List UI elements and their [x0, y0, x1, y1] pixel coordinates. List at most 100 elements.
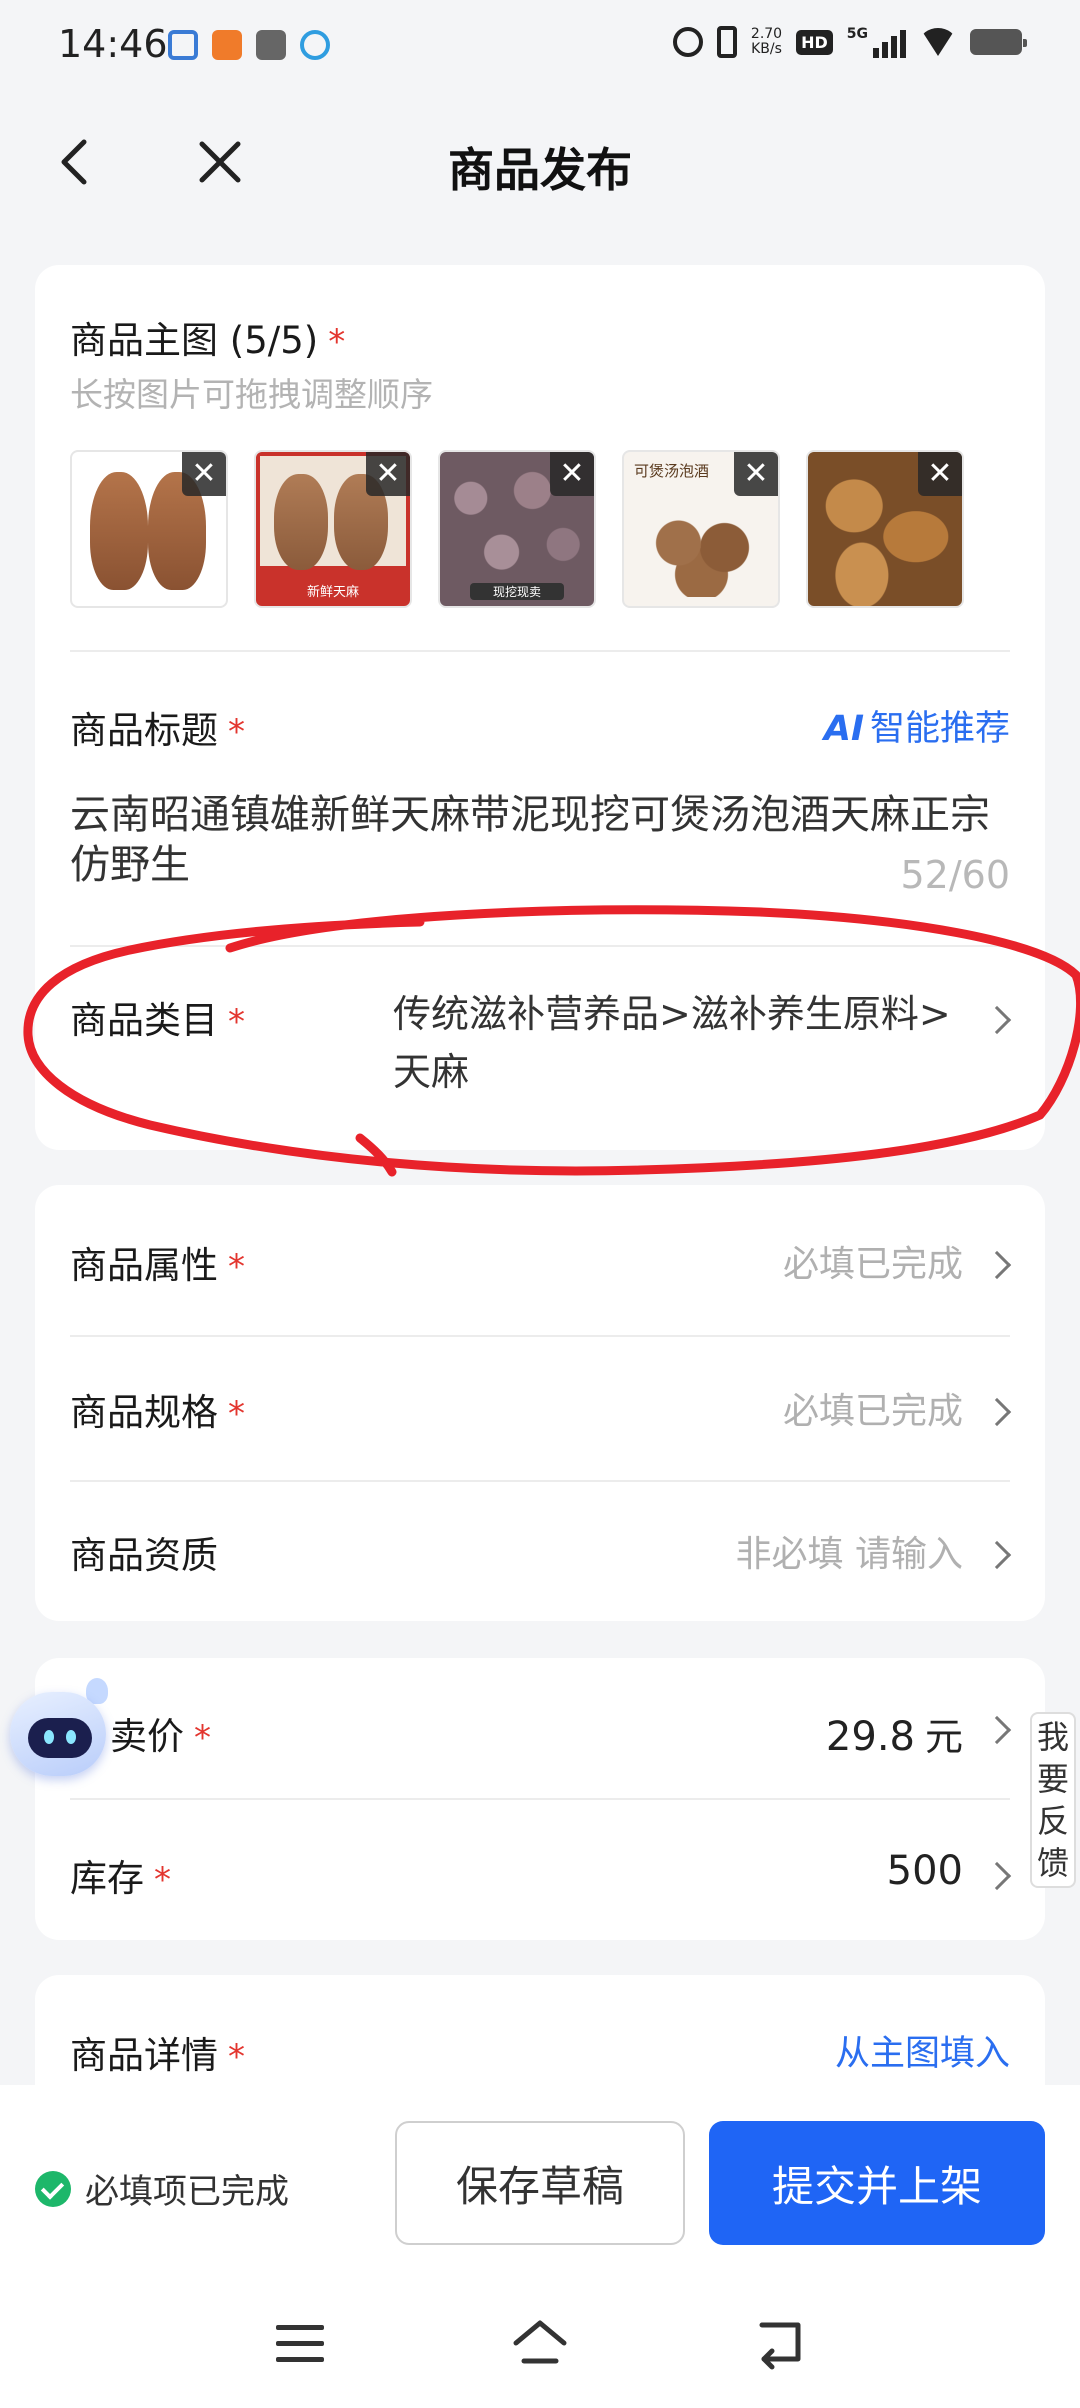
main-image-hint: 长按图片可拖拽调整顺序 — [70, 375, 433, 414]
main-image-label: 商品主图 (5/5) — [70, 319, 319, 362]
app-notification-icon — [256, 30, 286, 60]
feedback-tab[interactable]: 我 要 反 馈 — [1030, 1712, 1076, 1888]
notification-icons — [168, 30, 330, 60]
category-label: 商品类目 — [70, 999, 218, 1042]
system-icons: 2.70 KB/s HD 5G — [672, 26, 1027, 58]
price-label: 卖价 — [110, 1715, 184, 1758]
completion-status-text: 必填项已完成 — [85, 2172, 289, 2212]
required-mark: * — [154, 1860, 171, 1900]
status-time: 14:46 — [58, 22, 168, 66]
stock-input[interactable]: 500 — [887, 1848, 963, 1894]
spec-value: 必填已完成 — [782, 1391, 963, 1432]
price-row[interactable]: 卖价 * — [110, 1706, 211, 1760]
submit-and-list-button[interactable]: 提交并上架 — [709, 2121, 1045, 2245]
divider — [70, 1335, 1010, 1337]
required-mark: * — [228, 2037, 245, 2077]
wifi-icon — [920, 28, 956, 56]
price-value: 29.8 — [825, 1714, 915, 1760]
ai-icon: AI — [823, 709, 864, 749]
spec-row[interactable]: 商品规格 * — [70, 1382, 245, 1436]
attributes-row[interactable]: 商品属性 * — [70, 1235, 245, 1289]
nav-bar: 商品发布 — [0, 100, 1080, 230]
page-title: 商品发布 — [448, 143, 632, 197]
save-draft-button[interactable]: 保存草稿 — [395, 2121, 685, 2245]
chevron-right-icon — [982, 1715, 1012, 1745]
home-icon — [513, 2320, 567, 2364]
hd-icon: HD — [796, 29, 833, 55]
vibrate-icon — [716, 26, 737, 58]
thumbnail-caption: 新鲜天麻 — [306, 585, 359, 600]
required-mark: * — [228, 1247, 245, 1287]
main-image-list: ✕ 新鲜天麻 ✕ 现挖现卖 ✕ 可煲汤泡酒 ✕ ✕ — [70, 450, 964, 608]
product-thumbnail[interactable]: 可煲汤泡酒 ✕ — [622, 450, 780, 608]
app-notification-icon — [300, 30, 330, 60]
main-image-header: 商品主图 (5/5) * — [70, 310, 345, 364]
basic-info-card: 商品主图 (5/5) * 长按图片可拖拽调整顺序 ✕ 新鲜天麻 ✕ 现挖现卖 ✕ … — [35, 265, 1045, 1150]
remove-image-button[interactable]: ✕ — [550, 452, 594, 496]
required-mark: * — [228, 1394, 245, 1434]
detail-label: 商品详情 — [70, 2034, 218, 2077]
alarm-icon — [672, 27, 703, 57]
divider — [70, 945, 1010, 947]
product-details-card: 商品属性 * 必填已完成 商品规格 * 必填已完成 商品资质 非必填 请输入 — [35, 1185, 1045, 1621]
chevron-right-icon — [982, 1861, 1012, 1891]
menu-icon[interactable] — [276, 2325, 324, 2365]
app-notification-icon — [168, 30, 198, 60]
network-speed: 2.70 KB/s — [750, 26, 783, 57]
category-header: 商品类目 * — [70, 990, 245, 1044]
attributes-value: 必填已完成 — [782, 1244, 963, 1285]
system-back-button[interactable] — [752, 2315, 808, 2371]
qualification-value: 非必填 请输入 — [735, 1534, 963, 1575]
product-thumbnail[interactable]: 新鲜天麻 ✕ — [254, 450, 412, 608]
required-mark: * — [228, 1002, 245, 1042]
stock-label: 库存 — [70, 1857, 144, 1900]
divider — [70, 1798, 1010, 1800]
signal-icon: 5G — [847, 26, 906, 58]
product-thumbnail[interactable]: ✕ — [70, 450, 228, 608]
product-thumbnail[interactable]: 现挖现卖 ✕ — [438, 450, 596, 608]
divider — [70, 650, 1010, 652]
robot-icon — [10, 1692, 106, 1776]
required-mark: * — [228, 712, 245, 752]
home-button[interactable] — [510, 2313, 570, 2373]
required-mark: * — [328, 322, 346, 362]
system-nav-bar — [0, 2285, 1080, 2408]
assistant-robot-button[interactable] — [4, 1678, 112, 1782]
product-thumbnail[interactable]: ✕ — [806, 450, 964, 608]
attributes-label: 商品属性 — [70, 1244, 218, 1287]
remove-image-button[interactable]: ✕ — [366, 452, 410, 496]
ai-recommend-label: 智能推荐 — [869, 709, 1010, 749]
bottom-action-bar: 必填项已完成 保存草稿 提交并上架 — [0, 2085, 1080, 2285]
return-icon — [759, 2322, 801, 2370]
check-circle-icon — [35, 2170, 71, 2207]
qualification-row[interactable]: 商品资质 — [70, 1525, 218, 1579]
app-notification-icon — [212, 30, 242, 60]
product-title-label: 商品标题 — [70, 709, 218, 752]
stock-row[interactable]: 库存 * — [70, 1848, 171, 1902]
status-bar: 14:46 2.70 KB/s HD 5G — [0, 0, 1080, 100]
chevron-right-icon — [982, 1397, 1012, 1427]
spec-label: 商品规格 — [70, 1391, 218, 1434]
detail-header: 商品详情 * — [70, 2025, 245, 2079]
product-title-input[interactable]: 云南昭通镇雄新鲜天麻带泥现挖可煲汤泡酒天麻正宗仿野生 — [70, 790, 1010, 890]
chevron-right-icon — [982, 1250, 1012, 1280]
price-unit: 元 — [924, 1715, 963, 1759]
remove-image-button[interactable]: ✕ — [182, 452, 226, 496]
battery-icon — [970, 29, 1027, 55]
price-input[interactable]: 29.8 元 — [826, 1706, 963, 1761]
remove-image-button[interactable]: ✕ — [734, 452, 778, 496]
divider — [70, 1480, 1010, 1482]
category-value: 传统滋补营养品>滋补养生原料>天麻 — [393, 992, 951, 1094]
price-stock-card: 卖价 * 29.8 元 库存 * 500 — [35, 1658, 1045, 1940]
completion-status: 必填项已完成 — [35, 2164, 289, 2213]
qualification-label: 商品资质 — [70, 1534, 218, 1577]
ai-recommend-button[interactable]: AI 智能推荐 — [824, 700, 1010, 751]
thumbnail-caption: 现挖现卖 — [470, 583, 564, 600]
title-header: 商品标题 * — [70, 700, 245, 754]
fill-from-main-image-link[interactable]: 从主图填入 — [835, 2025, 1010, 2076]
remove-image-button[interactable]: ✕ — [918, 452, 962, 496]
title-char-count: 52/60 — [900, 853, 1010, 897]
chevron-right-icon — [982, 1540, 1012, 1570]
required-mark: * — [194, 1718, 211, 1758]
thumbnail-caption: 可煲汤泡酒 — [634, 462, 710, 480]
